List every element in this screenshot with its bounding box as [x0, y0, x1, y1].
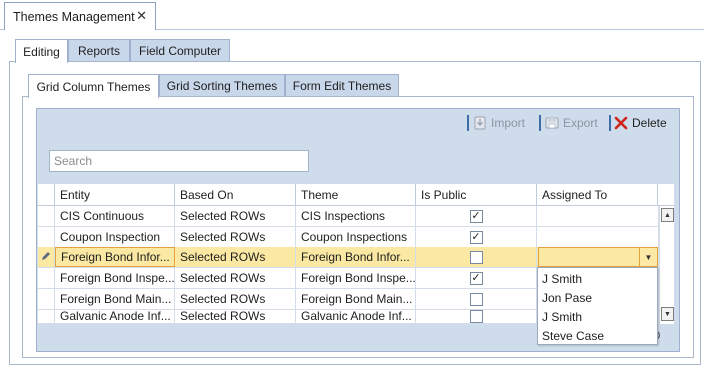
- column-header-theme[interactable]: Theme: [296, 184, 416, 206]
- document-tab-themes-management[interactable]: Themes Management ✕: [4, 2, 156, 30]
- toolbar-separator: [539, 115, 541, 131]
- column-header-assigned-to-label: Assigned To: [542, 188, 608, 202]
- assigned-to-dropdown-list: J Smith Jon Pase J Smith Steve Case: [537, 267, 658, 345]
- row-indicator-cell: [38, 310, 55, 323]
- edit-pencil-icon: [41, 250, 51, 264]
- based-on-cell[interactable]: Selected ROWs: [175, 247, 296, 267]
- theme-cell[interactable]: CIS Inspections: [296, 206, 416, 226]
- is-public-checkbox[interactable]: ✓: [469, 271, 483, 285]
- theme-cell[interactable]: Foreign Bond Infor...: [296, 247, 416, 267]
- column-header-is-public-label: Is Public: [421, 188, 467, 202]
- is-public-cell: ✓: [416, 206, 537, 226]
- based-on-cell[interactable]: Selected ROWs: [175, 310, 296, 323]
- assigned-to-cell[interactable]: [537, 227, 659, 247]
- assigned-to-cell[interactable]: [537, 206, 659, 226]
- is-public-cell: [416, 310, 537, 323]
- export-button[interactable]: Export: [545, 113, 598, 133]
- toolbar-separator: [609, 115, 611, 131]
- row-indicator-header: [38, 184, 55, 206]
- grid-vertical-scrollbar[interactable]: ▲ ▼: [659, 206, 674, 324]
- entity-cell[interactable]: Foreign Bond Main...: [55, 289, 175, 309]
- tab-form-edit-themes-label: Form Edit Themes: [292, 79, 392, 93]
- entity-cell[interactable]: Galvanic Anode Inf...: [55, 310, 175, 323]
- tab-reports-label: Reports: [77, 44, 121, 58]
- import-icon: [473, 116, 487, 130]
- search-input[interactable]: [49, 150, 309, 172]
- close-icon[interactable]: ✕: [136, 8, 147, 24]
- column-header-is-public[interactable]: Is Public: [416, 184, 537, 206]
- tab-editing-label: Editing: [23, 44, 60, 59]
- tab-grid-sorting-themes[interactable]: Grid Sorting Themes: [159, 74, 285, 97]
- is-public-checkbox[interactable]: [469, 250, 483, 264]
- row-indicator-cell: [38, 227, 55, 247]
- theme-cell[interactable]: Coupon Inspections: [296, 227, 416, 247]
- row-indicator-cell: [38, 206, 55, 226]
- entity-cell[interactable]: Foreign Bond Inspe...: [55, 268, 175, 288]
- is-public-cell: ✓: [416, 268, 537, 288]
- based-on-cell[interactable]: Selected ROWs: [175, 206, 296, 226]
- dropdown-option[interactable]: Steve Case: [542, 327, 604, 345]
- dropdown-option[interactable]: J Smith: [542, 308, 582, 326]
- scroll-down-arrow-icon[interactable]: ▼: [661, 307, 674, 321]
- tab-reports[interactable]: Reports: [68, 39, 130, 62]
- theme-cell[interactable]: Foreign Bond Main...: [296, 289, 416, 309]
- column-header-based-on-label: Based On: [180, 188, 234, 202]
- column-header-assigned-to[interactable]: Assigned To: [537, 184, 658, 206]
- tab-grid-column-themes[interactable]: Grid Column Themes: [28, 74, 159, 98]
- dropdown-option[interactable]: J Smith: [542, 270, 582, 288]
- table-row[interactable]: Coupon Inspection Selected ROWs Coupon I…: [38, 227, 659, 248]
- based-on-cell[interactable]: Selected ROWs: [175, 227, 296, 247]
- column-header-theme-label: Theme: [301, 188, 339, 202]
- toolbar-separator: [467, 115, 469, 131]
- row-indicator-cell: [38, 289, 55, 309]
- delete-button[interactable]: Delete: [614, 113, 667, 133]
- dropdown-arrow-icon[interactable]: ▼: [639, 247, 658, 267]
- is-public-checkbox[interactable]: [469, 310, 483, 323]
- document-tab-title: Themes Management: [13, 9, 135, 24]
- dropdown-option[interactable]: Jon Pase: [542, 289, 592, 307]
- import-button[interactable]: Import: [473, 113, 525, 133]
- is-public-checkbox[interactable]: ✓: [469, 230, 483, 244]
- theme-cell[interactable]: Galvanic Anode Inf...: [296, 310, 416, 323]
- entity-cell[interactable]: CIS Continuous: [55, 206, 175, 226]
- is-public-cell: [416, 289, 537, 309]
- is-public-checkbox[interactable]: ✓: [469, 209, 483, 223]
- tab-field-computer[interactable]: Field Computer: [130, 39, 230, 62]
- row-indicator-cell: [38, 268, 55, 288]
- export-label: Export: [563, 116, 598, 130]
- is-public-cell: ✓: [416, 227, 537, 247]
- import-label: Import: [491, 116, 526, 130]
- column-header-based-on[interactable]: Based On: [175, 184, 296, 206]
- tab-grid-sorting-themes-label: Grid Sorting Themes: [166, 79, 278, 93]
- column-header-entity-label: Entity: [60, 188, 91, 202]
- based-on-cell[interactable]: Selected ROWs: [175, 268, 296, 288]
- delete-label: Delete: [632, 116, 667, 130]
- delete-x-icon: [614, 116, 628, 130]
- entity-cell[interactable]: Foreign Bond Infor...: [55, 247, 175, 267]
- is-public-cell: [416, 247, 537, 267]
- tab-form-edit-themes[interactable]: Form Edit Themes: [285, 74, 399, 97]
- entity-cell[interactable]: Coupon Inspection: [55, 227, 175, 247]
- table-row[interactable]: CIS Continuous Selected ROWs CIS Inspect…: [38, 206, 659, 227]
- scroll-up-arrow-icon[interactable]: ▲: [661, 208, 674, 222]
- export-icon: [545, 116, 559, 130]
- based-on-cell[interactable]: Selected ROWs: [175, 289, 296, 309]
- tab-grid-column-themes-label: Grid Column Themes: [36, 79, 151, 94]
- tab-field-computer-label: Field Computer: [138, 44, 222, 58]
- tab-editing[interactable]: Editing: [15, 39, 68, 63]
- theme-cell[interactable]: Foreign Bond Inspe...: [296, 268, 416, 288]
- column-header-entity[interactable]: Entity: [55, 184, 175, 206]
- row-indicator-cell: [38, 247, 55, 267]
- is-public-checkbox[interactable]: [469, 292, 483, 306]
